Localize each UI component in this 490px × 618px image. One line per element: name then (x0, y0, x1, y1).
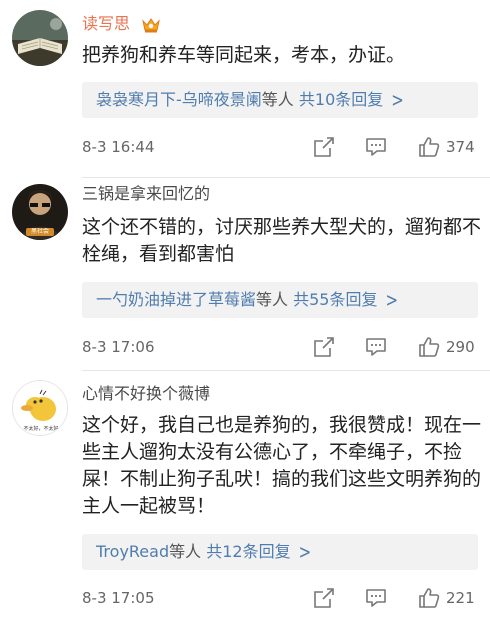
like-button[interactable]: 374 (418, 135, 475, 159)
username[interactable]: 心情不好换个薇博 (82, 384, 210, 404)
like-button[interactable]: 290 (418, 335, 475, 359)
avatar-caption: 不太好，不太好 (23, 426, 59, 432)
reply-suffix: 等人 (169, 542, 202, 561)
replies-summary[interactable]: 袅袅寒月下-乌啼夜景阑等人 共10条回复 > (82, 82, 478, 118)
reply-suffix: 等人 (261, 90, 294, 109)
username[interactable]: 三锅是拿来回忆的 (82, 184, 210, 204)
like-count: 374 (446, 138, 475, 156)
reply-names[interactable]: 袅袅寒月下-乌啼夜景阑 (96, 90, 262, 109)
comment-text: 把养狗和养车等同起来，考本，办证。 (82, 44, 406, 66)
comment-item: 不太好，不太好 心情不好换个薇博 这个好，我自己也是养狗的，我很赞成！现在一些主… (0, 372, 490, 618)
avatar-caption: 黑社会 (30, 228, 49, 235)
comment-icon (366, 589, 386, 607)
vip-crown-icon (142, 17, 160, 32)
comment-item: 读写思 把养狗和养车等同起来，考本，办证。 袅袅寒月下-乌啼夜景阑等人 共10条… (0, 0, 490, 180)
reply-suffix: 等人 (256, 290, 289, 309)
chevron-right-icon: > (298, 540, 312, 564)
comment-icon (366, 338, 386, 356)
reply-names[interactable]: TroyRead (96, 542, 169, 561)
share-icon (314, 137, 334, 157)
avatar[interactable]: 黑社会 (12, 184, 68, 240)
like-button[interactable]: 221 (418, 586, 475, 610)
comment-button[interactable] (365, 586, 387, 610)
username[interactable]: 读写思 (82, 14, 161, 34)
comment-text: 这个好，我自己也是养狗的，我很赞成！现在一些主人遛狗太没有公德心了，不牵绳子，不… (82, 414, 482, 517)
thumbs-up-icon (419, 337, 440, 357)
comment-time: 8-3 17:05 (82, 589, 155, 607)
share-button[interactable] (313, 335, 335, 359)
share-icon (314, 337, 334, 357)
share-icon (314, 588, 334, 608)
thumbs-up-icon (419, 588, 440, 608)
comment-text: 这个还不错的，讨厌那些养大型犬的，遛狗都不栓绳，看到都害怕 (82, 216, 482, 265)
like-count: 221 (446, 589, 475, 607)
comment-button[interactable] (365, 135, 387, 159)
chevron-right-icon: > (391, 88, 404, 112)
thumbs-up-icon (419, 137, 440, 157)
share-button[interactable] (313, 135, 335, 159)
reply-count[interactable]: 共10条回复 (299, 90, 383, 109)
replies-summary[interactable]: TroyRead等人 共12条回复 > (82, 534, 478, 570)
comment-icon (366, 138, 386, 156)
comment-item: 黑社会 三锅是拿来回忆的 这个还不错的，讨厌那些养大型犬的，遛狗都不栓绳，看到都… (0, 178, 490, 374)
chevron-right-icon: > (385, 288, 399, 312)
divider (82, 370, 490, 371)
username-text[interactable]: 读写思 (82, 14, 130, 33)
replies-summary[interactable]: 一勺奶油掉进了草莓酱等人 共55条回复 > (82, 282, 478, 318)
comment-time: 8-3 16:44 (82, 138, 155, 156)
avatar[interactable]: 不太好，不太好 (12, 380, 68, 436)
share-button[interactable] (313, 586, 335, 610)
reply-count[interactable]: 共12条回复 (206, 542, 290, 561)
avatar-book-image (12, 10, 68, 66)
comment-button[interactable] (365, 335, 387, 359)
like-count: 290 (446, 338, 475, 356)
comment-time: 8-3 17:06 (82, 338, 155, 356)
reply-names[interactable]: 一勺奶油掉进了草莓酱 (96, 290, 256, 309)
reply-count[interactable]: 共55条回复 (293, 290, 377, 309)
avatar[interactable] (12, 10, 68, 66)
